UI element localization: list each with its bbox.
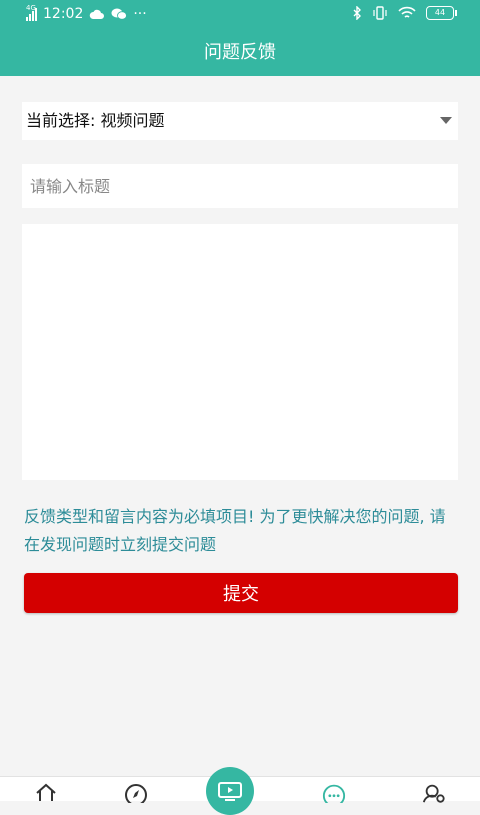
status-bar: 4G 12:02 ··· 44 xyxy=(0,0,480,30)
battery-level: 44 xyxy=(434,8,446,17)
tv-icon xyxy=(218,782,242,801)
required-notice: 反馈类型和留言内容为必填项目! 为了更快解决您的问题, 请在发现问题时立刻提交问… xyxy=(24,507,446,554)
wifi-icon xyxy=(398,6,416,18)
app-header: 问题反馈 xyxy=(0,30,480,76)
title-input[interactable] xyxy=(22,164,458,208)
cloud-icon xyxy=(90,9,105,19)
nav-messages[interactable] xyxy=(322,783,346,803)
status-right: 44 xyxy=(352,6,457,20)
bluetooth-icon xyxy=(353,6,361,20)
nav-profile[interactable] xyxy=(422,783,446,803)
network-type: 4G xyxy=(26,4,36,12)
vibrate-icon xyxy=(373,6,387,20)
feedback-content-textarea[interactable] xyxy=(22,224,458,480)
page-title: 问题反馈 xyxy=(204,42,276,63)
more-notifications: ··· xyxy=(133,6,147,22)
user-settings-icon xyxy=(422,784,445,803)
home-icon xyxy=(36,783,56,801)
cellular-signal-icon: 4G xyxy=(26,4,37,21)
compass-icon xyxy=(125,784,147,803)
chat-icon xyxy=(322,784,346,803)
nav-discover[interactable] xyxy=(124,783,148,803)
battery-icon: 44 xyxy=(426,6,457,20)
status-time: 12:02 xyxy=(43,6,84,22)
status-left: 4G 12:02 ··· xyxy=(26,4,147,22)
nav-home[interactable] xyxy=(34,783,58,801)
wechat-icon xyxy=(111,8,128,20)
submit-button[interactable]: 提交 xyxy=(24,573,458,613)
bottom-nav xyxy=(0,767,480,815)
feedback-type-value: 当前选择: 视频问题 xyxy=(26,111,165,130)
dropdown-arrow-icon[interactable] xyxy=(440,117,452,124)
feedback-type-select[interactable]: 当前选择: 视频问题 xyxy=(22,102,458,140)
nav-video[interactable] xyxy=(206,767,254,815)
